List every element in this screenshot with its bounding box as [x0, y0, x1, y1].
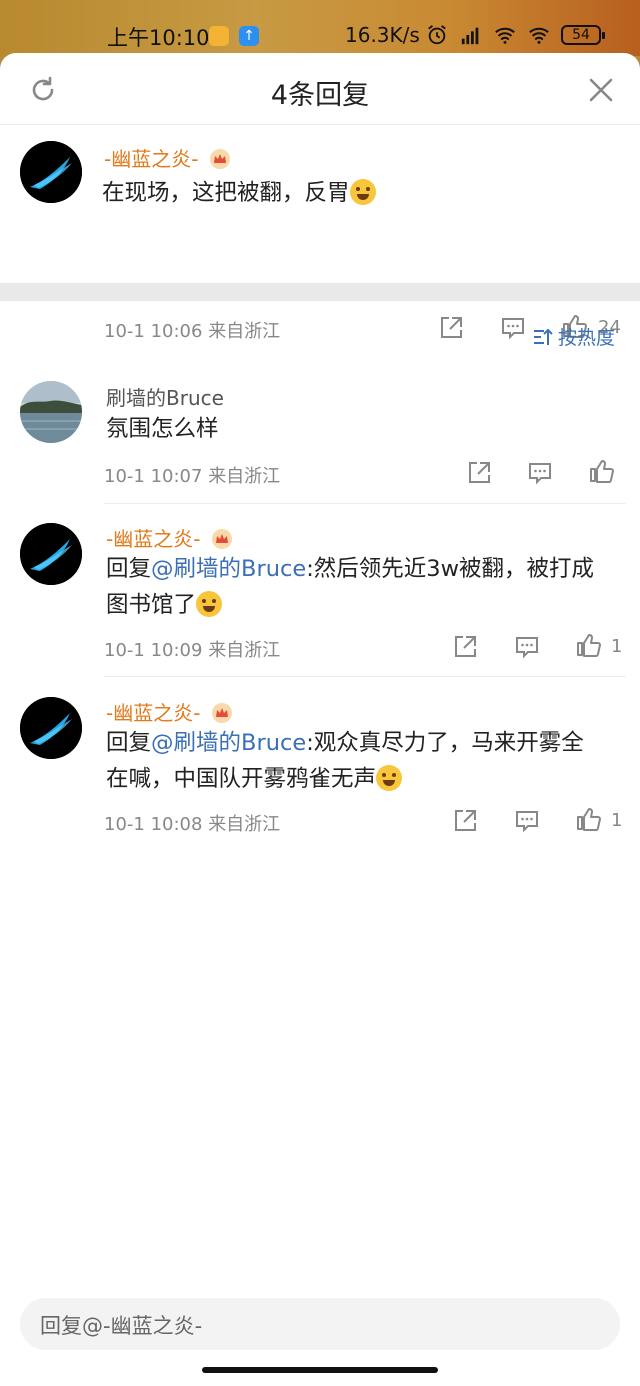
comment-meta: 10-1 10:06 来自浙江: [104, 317, 280, 343]
like-icon[interactable]: [576, 806, 602, 832]
status-time: 上午10:10: [107, 26, 210, 50]
avatar[interactable]: [20, 381, 82, 443]
reply-body-line2: 图书馆了: [106, 592, 197, 618]
avatar[interactable]: [20, 697, 82, 759]
share-icon[interactable]: [452, 634, 478, 660]
comment-icon[interactable]: [527, 460, 553, 486]
sort-label[interactable]: 按热度: [558, 323, 615, 350]
like-icon[interactable]: [589, 458, 615, 484]
comment-location: 来自浙江: [208, 321, 281, 342]
status-icons: 54: [425, 24, 605, 46]
mention-link[interactable]: @刷墙的Bruce: [151, 730, 306, 756]
reply-username[interactable]: -幽蓝之炎-: [106, 697, 233, 726]
avatar[interactable]: [20, 523, 82, 585]
network-speed: 16.3K/s: [345, 23, 420, 47]
reply-location: 来自浙江: [208, 466, 281, 487]
reply-meta: 10-1 10:09 来自浙江: [104, 636, 280, 662]
reply-meta: 10-1 10:08 来自浙江: [104, 810, 280, 836]
comment-text: 在现场，这把被翻，反胃: [102, 175, 376, 211]
section-divider: [0, 283, 640, 301]
reply-input[interactable]: 回复@-幽蓝之炎-: [20, 1298, 620, 1350]
like-count: 1: [611, 636, 623, 657]
sort-icon: [534, 328, 553, 345]
replies-sheet: 4条回复 -幽蓝之炎- 在现场，这把被翻，反胃 10-1 10:06 来自浙江 …: [0, 53, 640, 1386]
lake-avatar-icon: [20, 381, 82, 443]
username-text[interactable]: -幽蓝之炎-: [106, 527, 200, 551]
sheet-header: 4条回复: [0, 53, 640, 125]
reply-input-placeholder[interactable]: 回复@-幽蓝之炎-: [40, 1314, 202, 1338]
reply-location: 来自浙江: [208, 640, 281, 661]
flame-avatar-icon: [20, 141, 82, 203]
comment-icon[interactable]: [500, 315, 526, 341]
signal-icon: [461, 27, 479, 45]
reply-time: 10-1 10:08: [104, 814, 203, 835]
reply-username[interactable]: 刷墙的Bruce: [106, 382, 224, 411]
emoji-icon: [349, 179, 376, 205]
mention-link[interactable]: @刷墙的Bruce: [151, 556, 306, 582]
comment-time: 10-1 10:06: [104, 321, 203, 342]
share-icon[interactable]: [452, 808, 478, 834]
upload-notification-icon: ↑: [239, 26, 259, 46]
avatar[interactable]: [20, 141, 82, 203]
username-text[interactable]: -幽蓝之炎-: [104, 147, 198, 171]
reply-time: 10-1 10:09: [104, 640, 203, 661]
battery-icon: 54: [561, 25, 605, 45]
status-bar: 上午10:10 ↑ 16.3K/s 54: [0, 0, 640, 56]
reply-location: 来自浙江: [208, 814, 281, 835]
reply-time: 10-1 10:07: [104, 466, 203, 487]
sheet-title: 4条回复: [270, 80, 370, 111]
comment-body: 在现场，这把被翻，反胃: [102, 180, 350, 206]
comment-icon[interactable]: [514, 634, 540, 660]
reply-text: 回复@刷墙的Bruce:观众真尽力了，马来开雾全 在喊，中国队开雾鸦雀无声: [106, 725, 616, 797]
reply-username[interactable]: -幽蓝之炎-: [106, 523, 233, 552]
like-count: 1: [611, 810, 623, 831]
comment-icon[interactable]: [514, 808, 540, 834]
reply-prefix: 回复: [106, 556, 152, 582]
main-comment: -幽蓝之炎- 在现场，这把被翻，反胃 10-1 10:06 来自浙江 24: [0, 125, 640, 342]
reply-body-line2: 在喊，中国队开雾鸦雀无声: [106, 766, 377, 792]
crown-badge-icon: [211, 529, 232, 549]
share-icon[interactable]: [438, 315, 464, 341]
reply-body-line1: :观众真尽力了，马来开雾全: [306, 730, 584, 756]
wifi-icon: [495, 27, 515, 44]
app-notification-icon: [209, 26, 229, 46]
crown-badge-icon: [211, 703, 232, 723]
reply-text: 回复@刷墙的Bruce:然后领先近3w被翻，被打成 图书馆了: [106, 551, 616, 623]
reply-meta: 10-1 10:07 来自浙江: [104, 462, 280, 488]
reply-prefix: 回复: [106, 730, 152, 756]
reply-text: 氛围怎么样: [106, 416, 219, 442]
comment-username[interactable]: -幽蓝之炎-: [104, 143, 231, 172]
sort-by-heat-button[interactable]: 按热度: [532, 323, 615, 350]
alarm-icon: [428, 25, 446, 45]
emoji-icon: [376, 765, 403, 791]
wifi-icon-2: [529, 27, 549, 44]
home-indicator[interactable]: [202, 1367, 438, 1373]
close-icon[interactable]: [586, 75, 616, 105]
like-icon[interactable]: [576, 632, 602, 658]
username-text[interactable]: -幽蓝之炎-: [106, 701, 200, 725]
flame-avatar-icon: [20, 697, 82, 759]
flame-avatar-icon: [20, 523, 82, 585]
reply-separator: [104, 503, 626, 504]
reply-body-line1: :然后领先近3w被翻，被打成: [306, 556, 594, 582]
reply-separator: [104, 676, 626, 677]
emoji-icon: [196, 591, 223, 617]
crown-badge-icon: [209, 149, 230, 169]
share-icon[interactable]: [466, 460, 492, 486]
